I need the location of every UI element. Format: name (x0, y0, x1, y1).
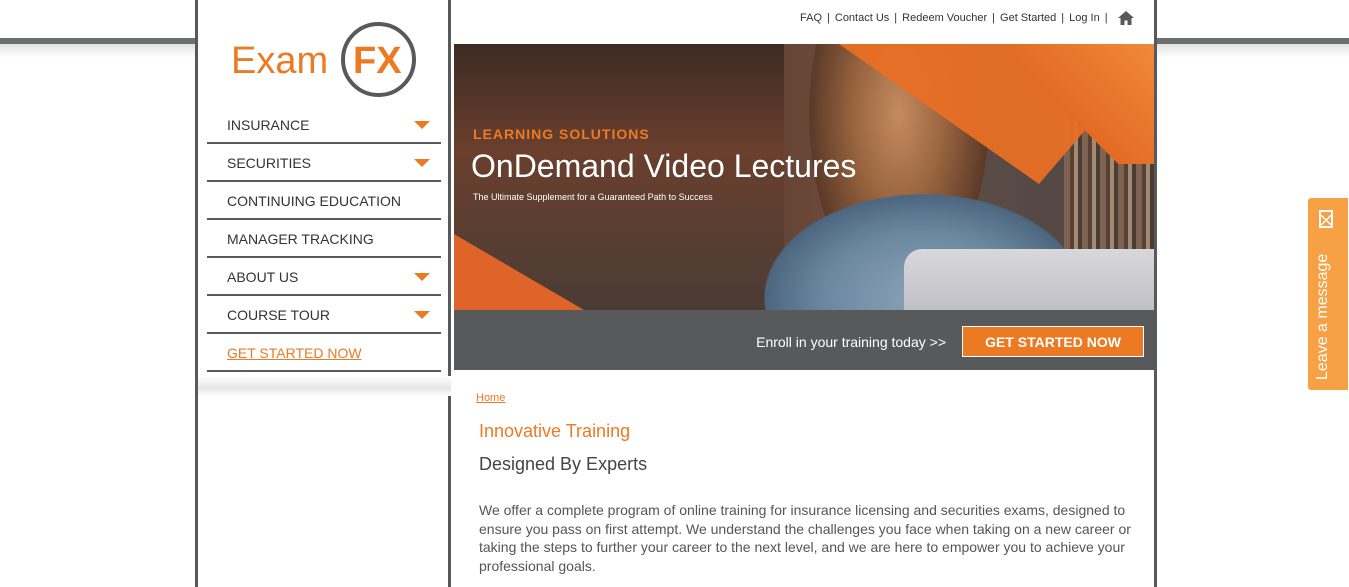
link-separator: | (1104, 12, 1108, 24)
hero-orange-shape (454, 234, 584, 310)
logo-exam-text: Exam (231, 40, 329, 82)
hero-subtitle: The Ultimate Supplement for a Guaranteed… (473, 192, 713, 202)
home-icon[interactable] (1117, 11, 1134, 25)
utility-links: FAQ | Contact Us | Redeem Voucher | Get … (800, 10, 1134, 26)
link-separator: | (827, 12, 830, 24)
nav-item-label: COURSE TOUR (227, 306, 330, 323)
nav-item-course-tour[interactable]: COURSE TOUR (207, 296, 441, 334)
nav-item-manager-tracking[interactable]: MANAGER TRACKING (207, 220, 441, 258)
page-subheading: Designed By Experts (479, 454, 648, 474)
envelope-icon (1319, 210, 1333, 228)
left-column-fade (198, 376, 451, 396)
redeem-voucher-link[interactable]: Redeem Voucher (902, 12, 987, 24)
nav-item-label: ABOUT US (227, 268, 299, 285)
page-heading: Innovative Training (479, 421, 631, 441)
intro-paragraph: We offer a complete program of online tr… (479, 502, 1131, 574)
nav-item-continuing-education[interactable]: CONTINUING EDUCATION (207, 182, 441, 220)
link-separator: | (894, 12, 898, 24)
nav-item-securities[interactable]: SECURITIES (207, 144, 441, 182)
nav-item-label: CONTINUING EDUCATION (227, 192, 401, 209)
nav-item-label: INSURANCE (227, 116, 310, 133)
nav-item-label: MANAGER TRACKING (227, 230, 374, 247)
get-started-now-button[interactable]: GET STARTED NOW (962, 326, 1144, 357)
enroll-text: Enroll in your training today >> (756, 334, 946, 350)
examfx-logo[interactable]: Exam FX (231, 18, 421, 100)
dropdown-arrow-icon[interactable] (414, 159, 430, 167)
nav-item-label: SECURITIES (227, 154, 312, 171)
link-separator: | (992, 12, 996, 24)
hero-banner: LEARNING SOLUTIONS OnDemand Video Lectur… (454, 44, 1154, 310)
faq-link[interactable]: FAQ (800, 12, 822, 24)
get-started-link[interactable]: Get Started (1000, 12, 1056, 24)
logo-fx-text: FX (353, 40, 402, 82)
leave-message-tab[interactable]: Leave a message (1308, 198, 1348, 390)
hero-orange-shape (1014, 44, 1154, 164)
hero-eyebrow: LEARNING SOLUTIONS (473, 126, 650, 142)
dropdown-arrow-icon[interactable] (414, 273, 430, 281)
link-separator: | (1061, 12, 1065, 24)
main-nav: INSURANCE SECURITIES CONTINUING EDUCATIO… (207, 106, 441, 372)
breadcrumb-home[interactable]: Home (476, 392, 505, 404)
dropdown-arrow-icon[interactable] (414, 311, 430, 319)
hero-laptop (904, 249, 1154, 310)
enroll-bar: Enroll in your training today >> GET STA… (454, 310, 1154, 370)
nav-item-about-us[interactable]: ABOUT US (207, 258, 441, 296)
hero-title: OnDemand Video Lectures (471, 148, 857, 184)
leave-message-label: Leave a message (1314, 253, 1331, 380)
nav-item-insurance[interactable]: INSURANCE (207, 106, 441, 144)
nav-item-label: GET STARTED NOW (227, 344, 362, 361)
log-in-link[interactable]: Log In (1069, 12, 1100, 24)
contact-us-link[interactable]: Contact Us (835, 12, 889, 24)
nav-item-get-started-now[interactable]: GET STARTED NOW (207, 334, 441, 372)
dropdown-arrow-icon[interactable] (414, 121, 430, 129)
